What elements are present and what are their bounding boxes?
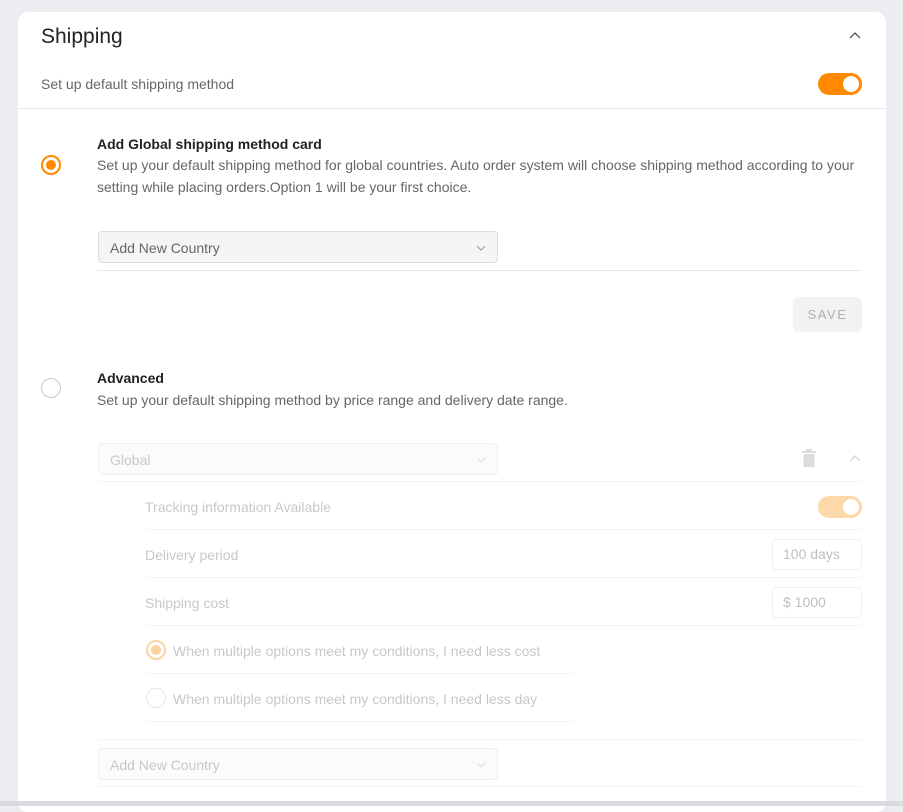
advanced-option-description: Set up your default shipping method by p… bbox=[97, 392, 568, 408]
shipping-cost-label: Shipping cost bbox=[145, 595, 230, 611]
chevron-down-icon bbox=[476, 245, 486, 251]
chevron-down-icon bbox=[476, 762, 486, 768]
advanced-add-country-select[interactable]: Add New Country bbox=[98, 748, 498, 780]
chevron-up-icon[interactable] bbox=[846, 27, 864, 45]
chevron-up-icon[interactable] bbox=[847, 451, 863, 467]
cost-divider bbox=[145, 625, 862, 626]
default-shipping-label: Set up default shipping method bbox=[41, 76, 235, 92]
less-cost-divider bbox=[145, 673, 575, 674]
tracking-label: Tracking information Available bbox=[145, 499, 331, 515]
chevron-down-icon bbox=[476, 457, 486, 463]
global-option-title: Add Global shipping method card bbox=[97, 136, 322, 152]
delivery-period-input[interactable]: 100 days bbox=[772, 539, 862, 570]
region-select-value: Global bbox=[110, 452, 151, 468]
select-placeholder: Add New Country bbox=[110, 757, 220, 773]
tracking-divider bbox=[145, 529, 862, 530]
global-option-description: Set up your default shipping method for … bbox=[97, 157, 855, 195]
window-bottom-edge bbox=[0, 801, 903, 806]
global-add-country-select[interactable]: Add New Country bbox=[98, 231, 498, 263]
global-option-radio[interactable] bbox=[41, 155, 61, 175]
less-cost-radio[interactable] bbox=[146, 640, 166, 660]
less-day-radio[interactable] bbox=[146, 688, 166, 708]
section-title: Shipping bbox=[41, 25, 123, 48]
global-divider bbox=[97, 270, 862, 271]
less-day-label: When multiple options meet my conditions… bbox=[173, 691, 538, 707]
shipping-card: Shipping Set up default shipping method … bbox=[18, 12, 886, 812]
select-placeholder: Add New Country bbox=[110, 240, 220, 256]
less-day-divider bbox=[145, 721, 575, 722]
advanced-option-title: Advanced bbox=[97, 370, 164, 386]
bottom-divider bbox=[97, 786, 862, 787]
tracking-toggle[interactable] bbox=[818, 496, 862, 518]
trash-icon[interactable] bbox=[801, 449, 817, 467]
advanced-option-radio[interactable] bbox=[41, 378, 61, 398]
shipping-cost-input[interactable]: $ 1000 bbox=[772, 587, 862, 618]
advanced-divider bbox=[97, 739, 862, 740]
region-divider bbox=[97, 481, 862, 482]
default-shipping-toggle[interactable] bbox=[818, 73, 862, 95]
save-button[interactable]: SAVE bbox=[793, 297, 862, 332]
header-divider bbox=[18, 108, 886, 109]
less-cost-label: When multiple options meet my conditions… bbox=[173, 643, 541, 659]
region-select[interactable]: Global bbox=[98, 443, 498, 475]
delivery-period-label: Delivery period bbox=[145, 547, 239, 563]
delivery-divider bbox=[145, 577, 862, 578]
